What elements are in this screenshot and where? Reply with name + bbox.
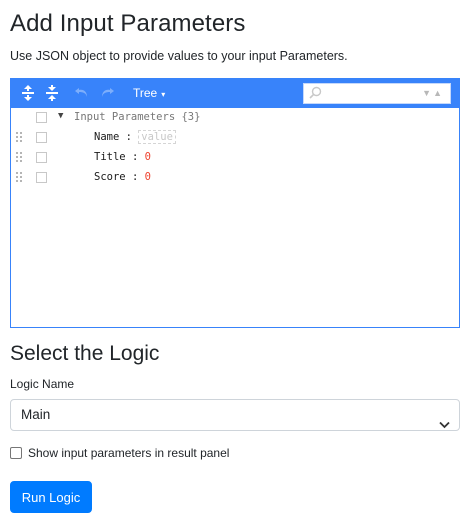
search-box[interactable]: ▼▲ — [303, 83, 451, 104]
field-key[interactable]: Title — [94, 151, 126, 163]
logic-name-label: Logic Name — [10, 377, 75, 391]
collapse-all-icon[interactable] — [43, 84, 61, 102]
field-title: Title : 0 — [94, 151, 151, 163]
page-title: Add Input Parameters — [10, 10, 246, 37]
context-menu-button[interactable] — [36, 152, 47, 163]
expand-arrow-icon[interactable]: ▼ — [58, 111, 63, 121]
field-name: Name : value — [94, 130, 176, 144]
search-nav-arrows-icon[interactable]: ▼▲ — [422, 88, 444, 98]
drag-handle-icon[interactable] — [16, 132, 24, 144]
mode-dropdown[interactable]: Tree ▾ — [133, 86, 165, 100]
field-colon: : — [131, 151, 139, 163]
root-count: {3} — [181, 111, 201, 123]
tree-root-row[interactable]: ▼ Input Parameters {3} — [11, 108, 459, 128]
section-title: Select the Logic — [10, 342, 160, 365]
tree-row-name[interactable]: Name : value — [11, 128, 459, 148]
undo-icon[interactable] — [73, 84, 91, 102]
root-label: Input Parameters — [74, 111, 176, 123]
drag-handle-icon[interactable] — [16, 172, 24, 184]
logic-select[interactable]: Main — [10, 399, 460, 431]
root-node: Input Parameters {3} — [74, 111, 200, 123]
field-value[interactable]: 0 — [145, 151, 151, 163]
context-menu-button[interactable] — [36, 112, 47, 123]
show-params-option[interactable]: Show input parameters in result panel — [10, 445, 229, 461]
show-params-checkbox[interactable] — [10, 447, 22, 459]
page-subtitle: Use JSON object to provide values to you… — [10, 49, 348, 63]
json-editor[interactable]: Tree ▾ ▼▲ ▼ Input Parameters {3} Name : v… — [10, 78, 460, 328]
field-colon: : — [131, 171, 139, 183]
field-score: Score : 0 — [94, 171, 151, 183]
editor-toolbar: Tree ▾ ▼▲ — [11, 79, 459, 108]
field-value[interactable]: 0 — [145, 171, 151, 183]
field-key[interactable]: Name — [94, 131, 119, 143]
logic-select-value: Main — [21, 407, 51, 422]
context-menu-button[interactable] — [36, 172, 47, 183]
field-key[interactable]: Score — [94, 171, 126, 183]
field-value[interactable]: value — [138, 130, 176, 144]
chevron-down-icon — [439, 410, 450, 440]
tree-row-title[interactable]: Title : 0 — [11, 148, 459, 168]
show-params-label[interactable]: Show input parameters in result panel — [28, 446, 229, 460]
field-colon: : — [125, 131, 132, 143]
tree-row-score[interactable]: Score : 0 — [11, 168, 459, 188]
redo-icon[interactable] — [98, 84, 116, 102]
run-logic-button[interactable]: Run Logic — [10, 481, 92, 513]
search-icon — [309, 86, 322, 104]
expand-all-icon[interactable] — [19, 84, 37, 102]
context-menu-button[interactable] — [36, 132, 47, 143]
drag-handle-icon[interactable] — [16, 152, 24, 164]
mode-label: Tree — [133, 86, 158, 100]
caret-down-icon: ▾ — [161, 90, 166, 99]
